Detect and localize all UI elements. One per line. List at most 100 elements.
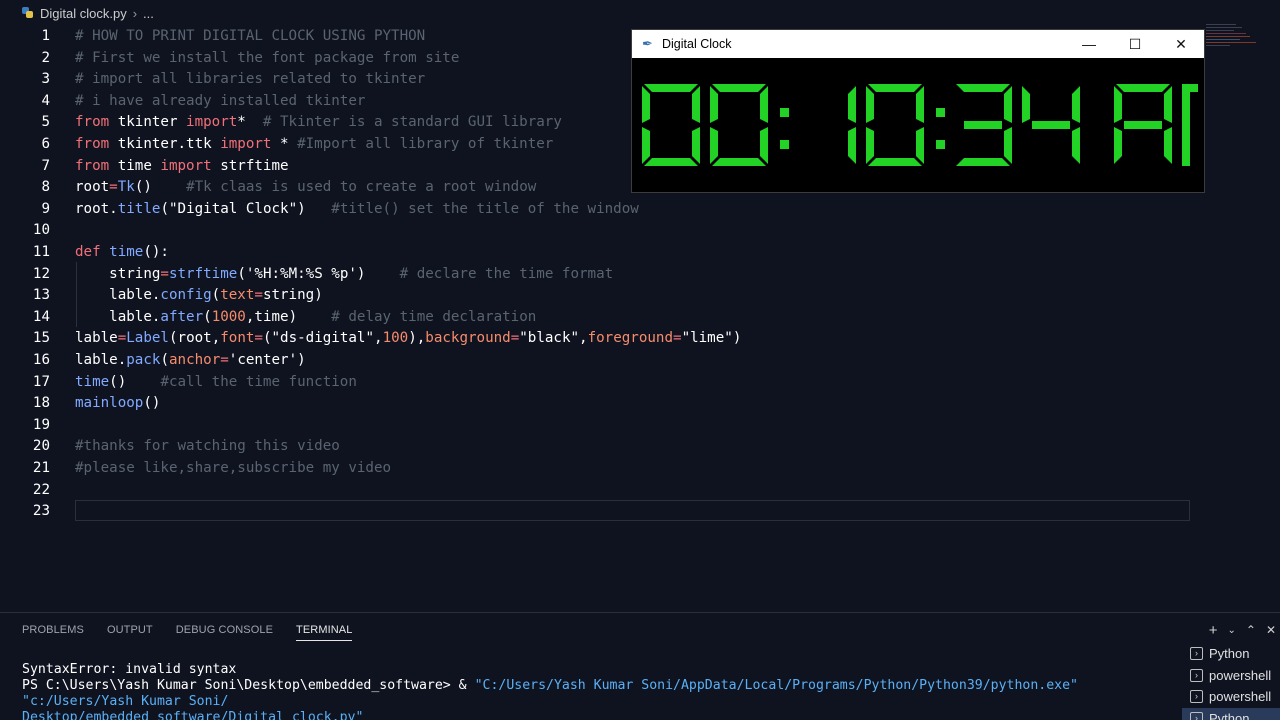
code-line[interactable]: 23 [0, 501, 1200, 523]
terminal-list-item[interactable]: › powershell [1182, 686, 1280, 708]
chevron-down-icon[interactable]: ⌄ [1227, 625, 1235, 636]
code-token: 'center' [228, 352, 298, 368]
code-token: string [75, 265, 161, 282]
panel-tab-debug-console[interactable]: DEBUG CONSOLE [176, 613, 273, 647]
terminal-list: › Python › powershell › powershell › Python [1182, 643, 1280, 720]
code-token: lable [75, 330, 118, 347]
code-token: time [254, 308, 289, 325]
code-token: ) [288, 308, 298, 325]
code-line[interactable]: 15 lable=Label(root,font=("ds-digital",10… [0, 328, 1200, 350]
code-token: after [160, 308, 204, 325]
line-number: 1 [41, 28, 50, 44]
clock-segment [916, 86, 924, 123]
code-line[interactable]: 20 #thanks for watching this video [0, 436, 1200, 458]
terminal-list-item[interactable]: › powershell [1182, 665, 1280, 687]
code-token: mainloop [75, 395, 144, 412]
clock-segment [1032, 121, 1070, 129]
clock-window-title: Digital Clock [662, 37, 732, 51]
code-token: from [75, 136, 110, 152]
code-token: ( [160, 352, 169, 368]
code-text: lable.config(text=string) [75, 285, 323, 307]
code-text: root=Tk() #Tk claas is used to create a … [75, 177, 536, 199]
clock-segment [1072, 86, 1080, 123]
line-number: 4 [41, 92, 50, 109]
code-line[interactable]: 11 def time(): [0, 242, 1200, 264]
code-token: "Digital Clock" [168, 200, 298, 217]
code-line[interactable]: 14 lable.after(1000,time) # delay time d… [0, 307, 1200, 329]
line-number: 11 [32, 244, 50, 260]
code-token: pack [126, 352, 161, 368]
code-token: () [109, 373, 127, 390]
line-number: 6 [41, 136, 50, 152]
new-terminal-icon[interactable]: + [1209, 622, 1218, 639]
code-text: def time(): [75, 242, 169, 264]
terminal-list-item[interactable]: › Python [1182, 643, 1280, 665]
code-text: lable.after(1000,time) # delay time decl… [75, 307, 536, 329]
minimize-button[interactable]: — [1066, 30, 1112, 58]
code-text: # import all libraries related to tkinte… [75, 69, 425, 91]
code-line[interactable]: 9 root.title("Digital Clock") #title() se… [0, 199, 1200, 221]
clock-titlebar[interactable]: ✒ Digital Clock — ☐ ✕ [632, 30, 1204, 58]
terminal-icon: › [1190, 711, 1203, 720]
minimap[interactable] [1198, 22, 1260, 52]
code-token: = [220, 352, 229, 368]
breadcrumb-file[interactable]: Digital clock.py [40, 6, 127, 21]
code-token: # i have already installed tkinter [75, 92, 366, 109]
clock-segment [644, 84, 698, 92]
terminal-output[interactable]: SyntaxError: invalid syntax PS C:\Users\… [22, 662, 1182, 720]
code-token: from [75, 114, 110, 131]
line-number: 13 [32, 287, 50, 304]
maximize-panel-icon[interactable]: ⌃ [1246, 623, 1256, 637]
code-token: ( [160, 200, 169, 217]
code-token: # First we install the font package from… [75, 49, 460, 66]
code-token: #call the time function [160, 373, 357, 390]
panel-tab-problems[interactable]: PROBLEMS [22, 613, 84, 647]
code-token: = [117, 330, 127, 347]
code-text: root.title("Digital Clock") #title() set… [75, 199, 639, 221]
code-token: #please like,share,subscribe my video [75, 460, 392, 476]
digital-clock-window[interactable]: ✒ Digital Clock — ☐ ✕ [632, 30, 1204, 192]
breadcrumb-rest[interactable]: ... [143, 6, 154, 21]
close-panel-icon[interactable]: ✕ [1266, 623, 1276, 637]
code-text: #please like,share,subscribe my video [75, 458, 391, 480]
clock-segment [712, 84, 766, 92]
code-line[interactable]: 16 lable.pack(anchor='center') [0, 350, 1200, 372]
code-token: = [254, 330, 263, 347]
code-token: () [143, 395, 161, 412]
code-line[interactable]: 12 string=strftime('%H:%M:%S %p') # decl… [0, 264, 1200, 286]
terminal-script-path-b: Desktop/embedded_software/Digital clock.… [22, 710, 364, 720]
code-token: foreground [587, 330, 674, 347]
code-token: = [109, 179, 118, 196]
code-line[interactable]: 18 mainloop() [0, 393, 1200, 415]
code-line[interactable]: 21 #please like,share,subscribe my video [0, 458, 1200, 480]
terminal-list-item[interactable]: › Python [1182, 707, 1280, 720]
code-token: import [186, 114, 238, 131]
clock-segment [760, 86, 768, 123]
code-token: # delay time declaration [331, 308, 537, 325]
code-line[interactable]: 10 [0, 220, 1200, 242]
code-line[interactable]: 13 lable.config(text=string) [0, 285, 1200, 307]
code-token: Tk [117, 179, 135, 196]
code-token: #Import all library of tkinter [297, 136, 554, 152]
clock-segment [1164, 127, 1172, 164]
panel-tab-output[interactable]: OUTPUT [107, 613, 153, 647]
code-line[interactable]: 19 [0, 415, 1200, 437]
panel-tab-terminal[interactable]: TERMINAL [296, 619, 353, 641]
python-file-icon [22, 7, 34, 19]
terminal-list-label: powershell [1209, 689, 1272, 705]
breadcrumb-separator: › [132, 5, 138, 21]
code-token: lable [75, 352, 118, 368]
clock-segment [692, 86, 700, 123]
code-token: * [237, 114, 263, 131]
terminal-list-label: Python [1209, 646, 1250, 662]
code-line[interactable]: 17 time() #call the time function [0, 372, 1200, 394]
code-token: ( [203, 308, 212, 325]
line-number: 22 [32, 481, 50, 498]
clock-segment [642, 86, 650, 123]
maximize-button[interactable]: ☐ [1112, 30, 1158, 58]
close-button[interactable]: ✕ [1158, 30, 1204, 58]
code-line[interactable]: 22 [0, 480, 1200, 502]
